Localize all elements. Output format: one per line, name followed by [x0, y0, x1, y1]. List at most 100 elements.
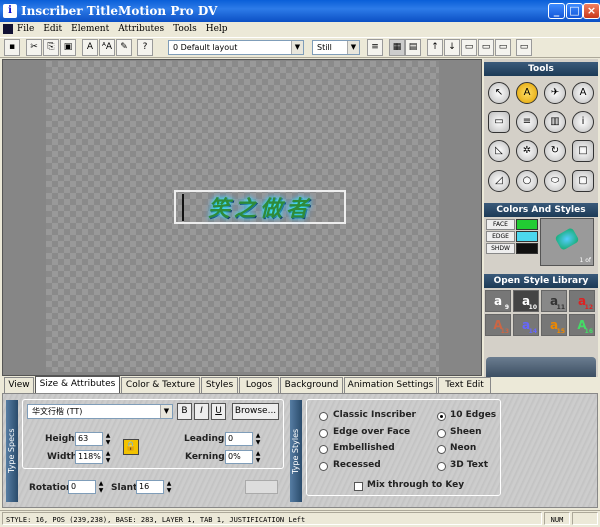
- menu-attributes[interactable]: Attributes: [118, 24, 164, 34]
- info-tool-icon[interactable]: i: [572, 111, 594, 133]
- edge-swatch[interactable]: [516, 231, 538, 242]
- columns-tool-icon[interactable]: ▥: [544, 111, 566, 133]
- style-thumb-10[interactable]: a 10: [513, 290, 539, 312]
- frame-tool-icon[interactable]: ▭: [488, 111, 510, 133]
- style-thumb-16[interactable]: A 16: [569, 314, 595, 336]
- right-panel: Tools ↖ A ✈ A ▭ ≡ ▥ i ◺ ✲ ↻ □ ◿ ○ ⬭ ▢ Co…: [484, 59, 598, 377]
- chevron-down-icon: ▼: [347, 41, 359, 54]
- edge-over-face-radio[interactable]: [319, 429, 328, 438]
- rotation-field[interactable]: 0: [68, 480, 96, 494]
- tab-color-texture[interactable]: Color & Texture: [121, 377, 200, 394]
- copy-icon[interactable]: ⎘: [43, 39, 59, 56]
- face-label[interactable]: FACE: [486, 219, 515, 230]
- rect-tool-icon[interactable]: □: [572, 140, 594, 162]
- 3d-text-radio[interactable]: [437, 462, 446, 471]
- shadow-label[interactable]: SHDW: [486, 243, 515, 254]
- frame-icon[interactable]: ▭: [461, 39, 477, 56]
- document-icon[interactable]: [3, 24, 13, 34]
- align-icon[interactable]: ≡: [367, 39, 383, 56]
- width-field[interactable]: 118%: [75, 450, 103, 464]
- slant-spinner[interactable]: ▲ ▼: [165, 480, 173, 494]
- tab-background[interactable]: Background: [280, 377, 343, 394]
- text-element[interactable]: 笑之做者: [174, 190, 346, 224]
- text-resize-icon[interactable]: ᴬA: [99, 39, 115, 56]
- menu-edit[interactable]: Edit: [43, 24, 62, 34]
- ten-edges-radio[interactable]: [437, 412, 446, 421]
- font-select[interactable]: 华文行楷 (TT) ▼: [27, 404, 173, 419]
- mode-select[interactable]: Still ▼: [312, 40, 360, 55]
- tab-logos[interactable]: Logos: [239, 377, 279, 394]
- width-spinner[interactable]: ▲ ▼: [104, 450, 112, 464]
- style-thumb-15[interactable]: a 15: [541, 314, 567, 336]
- menu-tools[interactable]: Tools: [173, 24, 197, 34]
- leading-spinner[interactable]: ▲ ▼: [254, 432, 262, 446]
- style-thumb-14[interactable]: a 14: [513, 314, 539, 336]
- edge-label[interactable]: EDGE: [486, 231, 515, 242]
- style-thumb-12[interactable]: a 12: [569, 290, 595, 312]
- library-scroll-area[interactable]: [486, 357, 596, 377]
- maximize-button[interactable]: □: [566, 3, 583, 19]
- frame4-icon[interactable]: ▭: [516, 39, 532, 56]
- leading-field[interactable]: 0: [225, 432, 253, 446]
- save-icon[interactable]: ▪: [4, 39, 20, 56]
- mix-checkbox[interactable]: [354, 482, 363, 491]
- height-spinner[interactable]: ▲ ▼: [104, 432, 112, 446]
- corner-tool-icon[interactable]: ◿: [488, 170, 510, 192]
- brush-icon[interactable]: ✎: [116, 39, 132, 56]
- embellished-radio[interactable]: [319, 445, 328, 454]
- lock-icon[interactable]: 🔒: [123, 439, 139, 455]
- face-swatch[interactable]: [516, 219, 538, 230]
- style-thumb-9[interactable]: a9: [485, 290, 511, 312]
- pattern-tool-icon[interactable]: ✲: [516, 140, 538, 162]
- classic-inscriber-radio[interactable]: [319, 412, 328, 421]
- slant-field[interactable]: 16: [136, 480, 164, 494]
- bold-button[interactable]: B: [177, 403, 192, 420]
- italic-button[interactable]: I: [194, 403, 209, 420]
- ellipse-tool-icon[interactable]: ⬭: [544, 170, 566, 192]
- tab-styles[interactable]: Styles: [201, 377, 238, 394]
- paste-icon[interactable]: ▣: [60, 39, 76, 56]
- close-button[interactable]: ×: [583, 3, 600, 19]
- minimize-button[interactable]: _: [548, 3, 565, 19]
- height-field[interactable]: 63: [75, 432, 103, 446]
- tab-size-attributes[interactable]: Size & Attributes: [35, 376, 120, 394]
- tab-view[interactable]: View: [4, 377, 34, 394]
- frame3-icon[interactable]: ▭: [495, 39, 511, 56]
- text-size-icon[interactable]: A: [82, 39, 98, 56]
- browse-button[interactable]: Browse...: [232, 403, 279, 420]
- circle-tool-icon[interactable]: ○: [516, 170, 538, 192]
- style-preview[interactable]: 1 of: [540, 218, 594, 266]
- safe-title-icon[interactable]: ▦: [389, 39, 405, 56]
- rotate-tool-icon[interactable]: ↻: [544, 140, 566, 162]
- style-thumb-13[interactable]: A 13: [485, 314, 511, 336]
- layout-select[interactable]: 0 Default layout ▼: [168, 40, 304, 55]
- menu-element[interactable]: Element: [71, 24, 109, 34]
- rotation-spinner[interactable]: ▲ ▼: [97, 480, 105, 494]
- kerning-spinner[interactable]: ▲ ▼: [254, 450, 262, 464]
- paint-tool-icon[interactable]: ✈: [544, 82, 566, 104]
- layer-up-icon[interactable]: ↑: [427, 39, 443, 56]
- tab-animation-settings[interactable]: Animation Settings: [344, 377, 437, 394]
- rounded-rect-tool-icon[interactable]: ▢: [572, 170, 594, 192]
- style-thumb-11[interactable]: a 11: [541, 290, 567, 312]
- frame2-icon[interactable]: ▭: [478, 39, 494, 56]
- menu-file[interactable]: File: [17, 24, 34, 34]
- slant-slider[interactable]: [245, 480, 278, 494]
- pointer-tool-icon[interactable]: ↖: [488, 82, 510, 104]
- grid-icon[interactable]: ▤: [405, 39, 421, 56]
- menu-help[interactable]: Help: [206, 24, 228, 34]
- text-path-tool-icon[interactable]: A: [572, 82, 594, 104]
- sheen-radio[interactable]: [437, 429, 446, 438]
- neon-radio[interactable]: [437, 445, 446, 454]
- triangle-tool-icon[interactable]: ◺: [488, 140, 510, 162]
- text-tool-icon[interactable]: A: [516, 82, 538, 104]
- layer-down-icon[interactable]: ↓: [444, 39, 460, 56]
- underline-button[interactable]: U: [211, 403, 226, 420]
- recessed-radio[interactable]: [319, 462, 328, 471]
- cut-icon[interactable]: ✂: [26, 39, 42, 56]
- bar-tool-icon[interactable]: ≡: [516, 111, 538, 133]
- kerning-field[interactable]: 0%: [225, 450, 253, 464]
- shadow-swatch[interactable]: [516, 243, 538, 254]
- help-icon[interactable]: ?: [137, 39, 153, 56]
- tab-text-edit[interactable]: Text Edit: [438, 377, 491, 394]
